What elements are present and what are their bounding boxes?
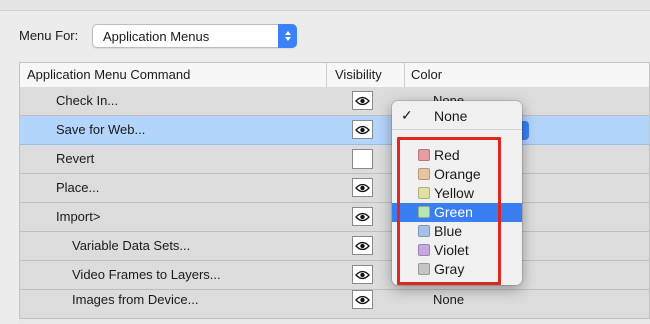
menu-for-label: Menu For:	[19, 28, 79, 43]
row-command: Check In...	[56, 93, 119, 108]
table-row[interactable]: Video Frames to Layers...	[20, 261, 649, 290]
table-row[interactable]: Variable Data Sets...	[20, 232, 649, 261]
table-row-selected[interactable]: Save for Web...	[20, 116, 649, 145]
eye-icon[interactable]	[352, 236, 373, 255]
row-command: Video Frames to Layers...	[72, 267, 221, 282]
eye-icon[interactable]	[352, 207, 373, 226]
checkmark-icon: ✓	[401, 107, 413, 123]
visibility-off-box[interactable]	[352, 149, 373, 169]
row-command: Revert	[56, 151, 95, 166]
row-command: Save for Web...	[56, 122, 146, 137]
row-command: Import>	[56, 209, 101, 224]
eye-icon[interactable]	[352, 178, 373, 197]
eye-icon[interactable]	[352, 290, 373, 309]
annotation-highlight-box	[397, 137, 501, 285]
color-option-none[interactable]: ✓ None	[392, 107, 522, 126]
row-color[interactable]: None	[433, 292, 464, 307]
table-header: Application Menu Command Visibility Colo…	[20, 63, 649, 88]
eye-icon[interactable]	[352, 265, 373, 284]
table-row[interactable]: Images from Device... None	[20, 290, 649, 319]
header-color[interactable]: Color	[411, 67, 442, 82]
color-option-label: None	[434, 108, 468, 124]
eye-icon[interactable]	[352, 120, 373, 139]
up-down-arrows-icon[interactable]	[278, 24, 297, 48]
menu-commands-table: Application Menu Command Visibility Colo…	[19, 62, 650, 324]
column-divider	[404, 63, 405, 87]
row-command: Place...	[56, 180, 100, 195]
menu-for-select[interactable]: Application Menus	[92, 24, 297, 48]
row-command: Variable Data Sets...	[72, 238, 191, 253]
header-visibility[interactable]: Visibility	[335, 67, 382, 82]
menu-separator	[392, 129, 522, 130]
menu-for-value: Application Menus	[103, 29, 210, 44]
eye-icon[interactable]	[352, 91, 373, 110]
top-strip	[0, 0, 650, 11]
table-row[interactable]: Place...	[20, 174, 649, 203]
bottom-strip	[19, 319, 650, 324]
column-divider	[326, 63, 327, 87]
table-row[interactable]: Import>	[20, 203, 649, 232]
table-row[interactable]: Check In... None	[20, 87, 649, 116]
table-row[interactable]: Revert	[20, 145, 649, 174]
row-command: Images from Device...	[72, 292, 199, 307]
header-command[interactable]: Application Menu Command	[27, 67, 190, 82]
